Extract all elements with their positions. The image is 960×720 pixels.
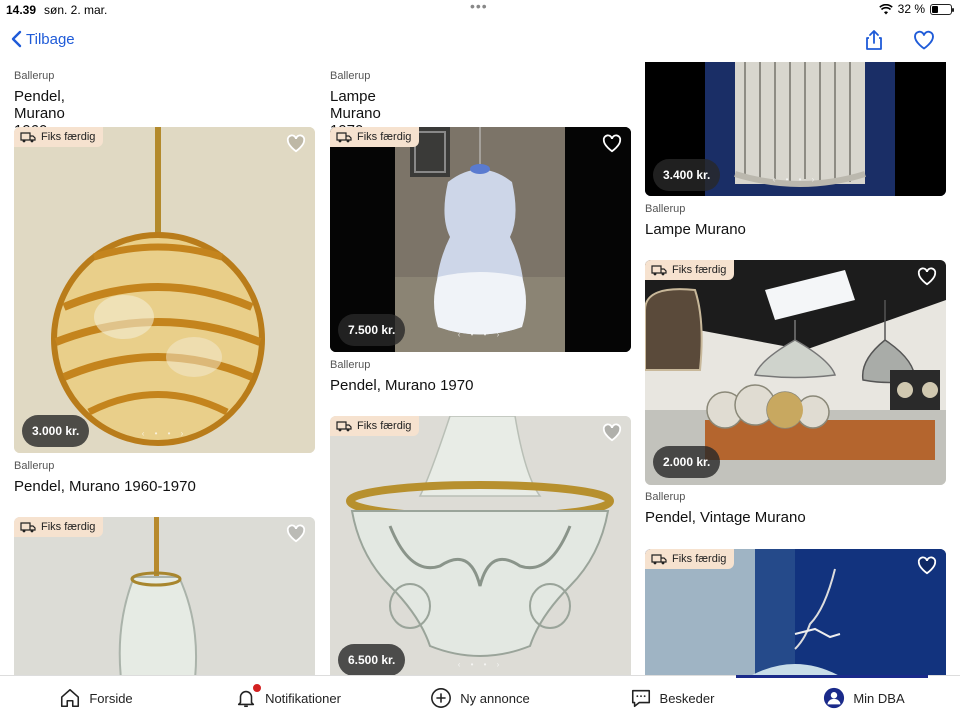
back-label: Tilbage bbox=[26, 30, 75, 48]
home-icon bbox=[61, 688, 80, 708]
tab-ny-annonce[interactable]: Ny annonce bbox=[384, 676, 576, 720]
badge-label: Fiks færdig bbox=[357, 420, 412, 432]
truck-icon bbox=[20, 522, 36, 533]
truck-icon bbox=[20, 132, 36, 143]
truck-icon bbox=[336, 421, 352, 432]
listing-image[interactable]: Fiks færdig bbox=[14, 517, 315, 675]
active-tab-indicator bbox=[736, 675, 928, 678]
listing-feed[interactable]: Ballerup Pendel, Murano 1960 bbox=[0, 62, 960, 675]
heart-icon[interactable] bbox=[916, 555, 938, 575]
lamp-photo bbox=[14, 127, 315, 453]
listing-location: Ballerup bbox=[645, 491, 686, 503]
fiks-faerdig-badge: Fiks færdig bbox=[645, 260, 735, 280]
truck-icon bbox=[651, 265, 667, 276]
share-icon[interactable] bbox=[862, 28, 886, 52]
tab-label: Forside bbox=[89, 690, 133, 706]
back-button[interactable]: Tilbage bbox=[10, 30, 75, 48]
badge-label: Fiks færdig bbox=[41, 131, 96, 143]
plus-circle-icon bbox=[431, 688, 452, 708]
battery-percent: 32 % bbox=[897, 2, 925, 16]
fiks-faerdig-badge: Fiks færdig bbox=[14, 127, 104, 147]
tab-forside[interactable]: Forside bbox=[0, 676, 192, 720]
listing-image[interactable]: 3.400 kr. ‹ • • › bbox=[645, 62, 946, 196]
chevron-left-icon bbox=[11, 30, 22, 48]
badge-label: Fiks færdig bbox=[672, 553, 727, 565]
fiks-faerdig-badge: Fiks færdig bbox=[330, 127, 420, 147]
tab-beskeder[interactable]: Beskeder bbox=[576, 676, 768, 720]
user-icon bbox=[824, 687, 845, 709]
multitask-dots-icon[interactable]: ••• bbox=[470, 0, 488, 14]
listing-image[interactable]: Fiks færdig 2.000 kr. bbox=[645, 260, 946, 485]
tab-label: Notifikationer bbox=[265, 690, 341, 706]
listing-location: Ballerup bbox=[330, 359, 371, 371]
heart-icon[interactable] bbox=[285, 133, 307, 153]
notification-badge bbox=[252, 683, 263, 693]
heart-icon[interactable] bbox=[285, 523, 307, 543]
bottom-tab-bar: Forside Notifikationer Ny annonce Besked… bbox=[0, 675, 960, 720]
tab-label: Min DBA bbox=[853, 690, 905, 706]
badge-label: Fiks færdig bbox=[41, 521, 96, 533]
listing-image[interactable]: Fiks færdig 3.000 kr. ‹ • • › bbox=[14, 127, 315, 453]
listing-location: Ballerup bbox=[14, 460, 55, 472]
listing-location: Ballerup bbox=[330, 70, 371, 82]
lamp-photo bbox=[330, 416, 631, 675]
fiks-faerdig-badge: Fiks færdig bbox=[330, 416, 420, 436]
favorite-heart-icon[interactable] bbox=[912, 28, 936, 52]
badge-label: Fiks færdig bbox=[672, 264, 727, 276]
fiks-faerdig-badge: Fiks færdig bbox=[645, 549, 735, 569]
listing-title[interactable]: Lampe Murano bbox=[645, 221, 746, 238]
status-date: søn. 2. mar. bbox=[44, 3, 108, 17]
tab-label: Beskeder bbox=[659, 690, 715, 706]
bell-icon bbox=[235, 683, 263, 709]
tab-notifikationer[interactable]: Notifikationer bbox=[192, 676, 384, 720]
heart-icon[interactable] bbox=[916, 266, 938, 286]
truck-icon bbox=[651, 554, 667, 565]
nav-bar: Tilbage bbox=[0, 20, 960, 62]
listing-title[interactable]: Pendel, Murano 1970 bbox=[330, 377, 473, 394]
wifi-icon bbox=[878, 3, 893, 14]
status-time: 14.39 bbox=[6, 3, 37, 17]
tab-min-dba[interactable]: Min DBA bbox=[768, 676, 960, 720]
listing-location: Ballerup bbox=[645, 203, 686, 215]
status-bar: 14.39 søn. 2. mar. ••• 32 % bbox=[0, 0, 960, 20]
tab-label: Ny annonce bbox=[460, 690, 530, 706]
battery-icon bbox=[930, 3, 954, 15]
truck-icon bbox=[336, 132, 352, 143]
listing-title[interactable]: Pendel, Murano 1960-1970 bbox=[14, 478, 196, 495]
fiks-faerdig-badge: Fiks færdig bbox=[14, 517, 104, 537]
lamp-photo bbox=[14, 517, 315, 675]
heart-icon[interactable] bbox=[601, 133, 623, 153]
badge-label: Fiks færdig bbox=[357, 131, 412, 143]
heart-icon[interactable] bbox=[601, 422, 623, 442]
listing-title[interactable]: Pendel, Vintage Murano bbox=[645, 509, 806, 526]
listing-image[interactable]: Fiks færdig 7.500 kr. ‹ • • › bbox=[330, 127, 631, 352]
price-tag: 2.000 kr. bbox=[653, 446, 721, 478]
listing-image[interactable]: Fiks færdig 6.500 kr. ‹ • • › bbox=[330, 416, 631, 675]
carousel-dots: ‹ • • › bbox=[457, 660, 504, 669]
listing-image[interactable]: Fiks færdig bbox=[645, 549, 946, 675]
carousel-dots: ‹ • • › bbox=[772, 175, 819, 184]
carousel-dots: ‹ • • › bbox=[457, 330, 504, 339]
carousel-dots: ‹ • • › bbox=[141, 429, 188, 438]
chat-icon bbox=[631, 689, 650, 708]
listing-location: Ballerup bbox=[14, 70, 55, 82]
